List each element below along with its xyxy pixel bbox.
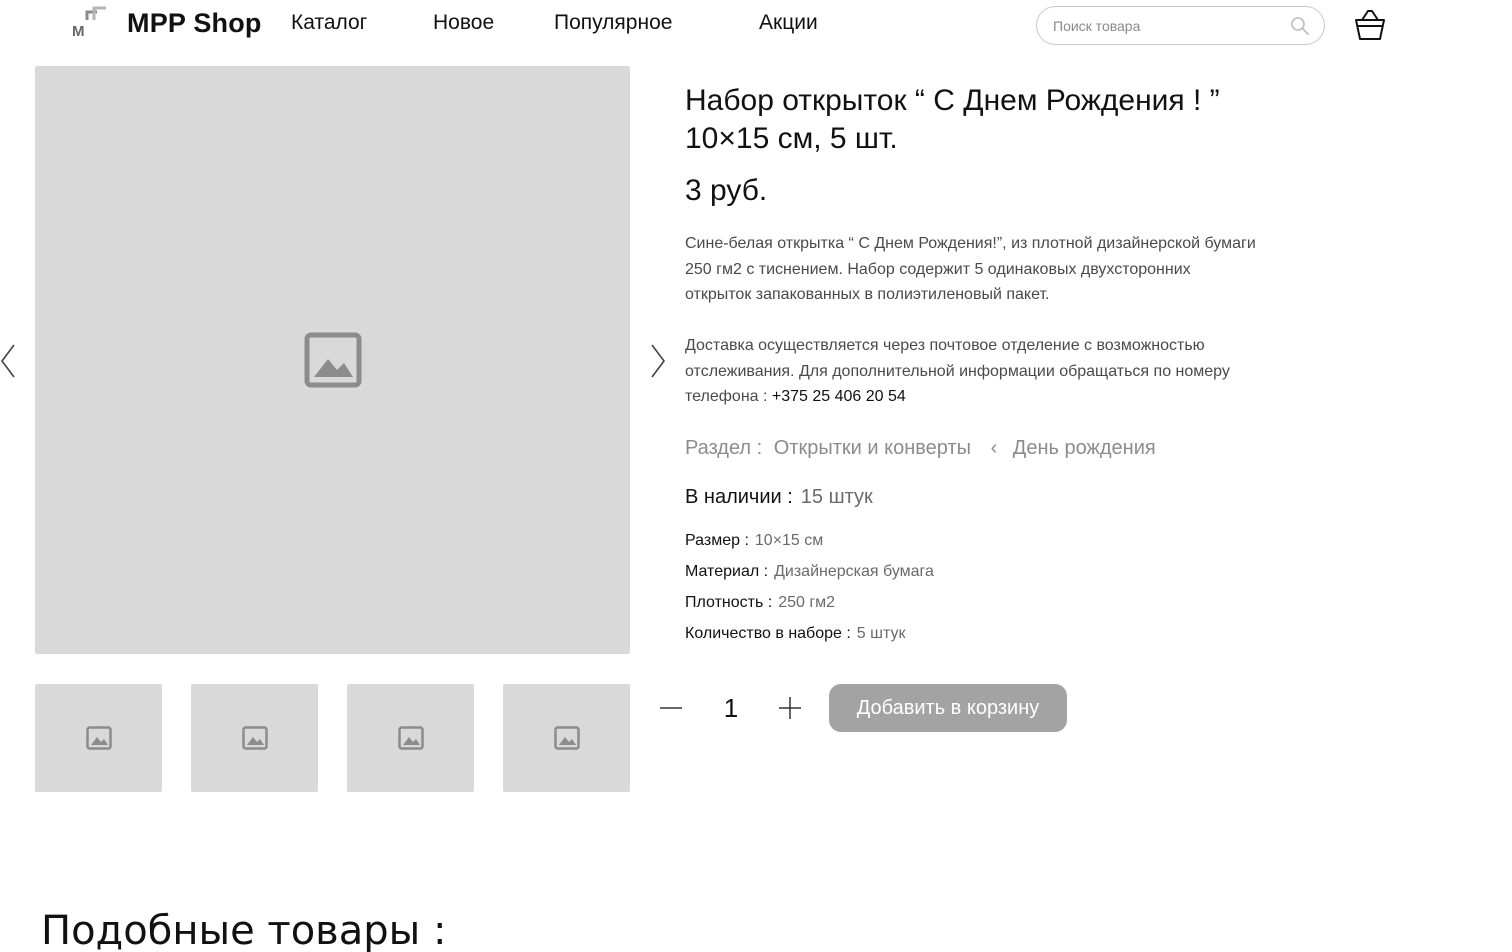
image-icon	[554, 726, 580, 750]
product-description: Сине-белая открытка “ С Днем Рождения!”,…	[685, 231, 1335, 308]
spec-value: 5 штук	[856, 625, 906, 642]
product-title-line-2: 10×15 см, 5 шт.	[685, 122, 898, 155]
svg-text:M: M	[72, 23, 85, 38]
search-input[interactable]	[1053, 16, 1283, 36]
thumbnail-1[interactable]	[35, 684, 162, 792]
delivery-line: телефона :	[685, 388, 768, 405]
image-icon	[86, 726, 112, 750]
basket-icon[interactable]	[1352, 8, 1388, 42]
stock-info: В наличии : 15 штук	[685, 486, 873, 509]
nav-sales[interactable]: Акции	[759, 11, 818, 35]
spec-quantity: Количество в наборе : 5 штук	[685, 625, 905, 643]
thumbnail-2[interactable]	[191, 684, 318, 792]
spec-value: 10×15 см	[754, 532, 824, 549]
breadcrumb-subcategory[interactable]: День рождения	[1013, 437, 1156, 459]
section-label: Раздел :	[685, 437, 763, 459]
add-to-cart-button[interactable]: Добавить в корзину	[829, 684, 1067, 732]
image-icon	[304, 332, 362, 388]
delivery-line: отслеживания. Для дополнительной информа…	[685, 362, 1230, 380]
spec-density: Плотность : 250 гм2	[685, 594, 835, 612]
spec-label: Материал :	[685, 563, 769, 580]
phone-number[interactable]: +375 25 406 20 54	[772, 388, 906, 405]
nav-popular[interactable]: Популярное	[554, 11, 672, 35]
image-icon	[398, 726, 424, 750]
stock-value: 15 штук	[800, 486, 873, 508]
spec-material: Материал : Дизайнерская бумага	[685, 563, 934, 581]
delivery-line: Доставка осуществляется через почтовое о…	[685, 337, 1205, 354]
product-title-line-1: Набор открыток “ С Днем Рождения ! ”	[685, 84, 1220, 117]
product-title: Набор открыток “ С Днем Рождения ! ” 10×…	[685, 82, 1305, 158]
spec-label: Плотность :	[685, 594, 773, 611]
breadcrumb-separator-icon: ‹	[990, 437, 998, 459]
quantity-value[interactable]: 1	[716, 693, 746, 724]
main-product-image[interactable]	[35, 66, 630, 654]
description-line: открыток запакованных в полиэтиленовый п…	[685, 286, 1050, 303]
minus-icon[interactable]	[656, 693, 686, 723]
spec-size: Размер : 10×15 см	[685, 532, 823, 550]
mpp-logo-icon[interactable]: M	[70, 6, 110, 38]
product-price: 3 руб.	[685, 174, 768, 207]
thumbnail-4[interactable]	[503, 684, 630, 792]
breadcrumb-category[interactable]: Открытки и конверты	[774, 437, 971, 459]
delivery-line-3: телефона : +375 25 406 20 54	[685, 384, 1335, 410]
search-icon[interactable]	[1290, 16, 1310, 36]
stock-label: В наличии :	[685, 486, 793, 508]
brand-name[interactable]: MPP Shop	[127, 8, 262, 39]
description-line: Сине-белая открытка “ С Днем Рождения!”,…	[685, 235, 1256, 252]
description-line: 250 гм2 с тиснением. Набор содержит 5 од…	[685, 260, 1191, 278]
delivery-info: Доставка осуществляется через почтовое о…	[685, 333, 1335, 410]
spec-value: Дизайнерская бумага	[774, 563, 934, 580]
chevron-left-icon[interactable]	[0, 343, 20, 379]
spec-label: Количество в наборе :	[685, 625, 851, 642]
spec-value: 250 гм2	[778, 594, 836, 611]
nav-catalog[interactable]: Каталог	[291, 11, 367, 35]
image-icon	[242, 726, 268, 750]
plus-icon[interactable]	[775, 693, 805, 723]
nav-new[interactable]: Новое	[433, 11, 494, 35]
thumbnail-3[interactable]	[347, 684, 474, 792]
spec-label: Размер :	[685, 532, 749, 549]
chevron-right-icon[interactable]	[648, 343, 668, 379]
breadcrumb: Раздел : Открытки и конверты ‹ День рожд…	[685, 437, 1162, 460]
similar-products-heading: Подобные товары :	[41, 908, 447, 952]
search-box	[1036, 6, 1325, 45]
